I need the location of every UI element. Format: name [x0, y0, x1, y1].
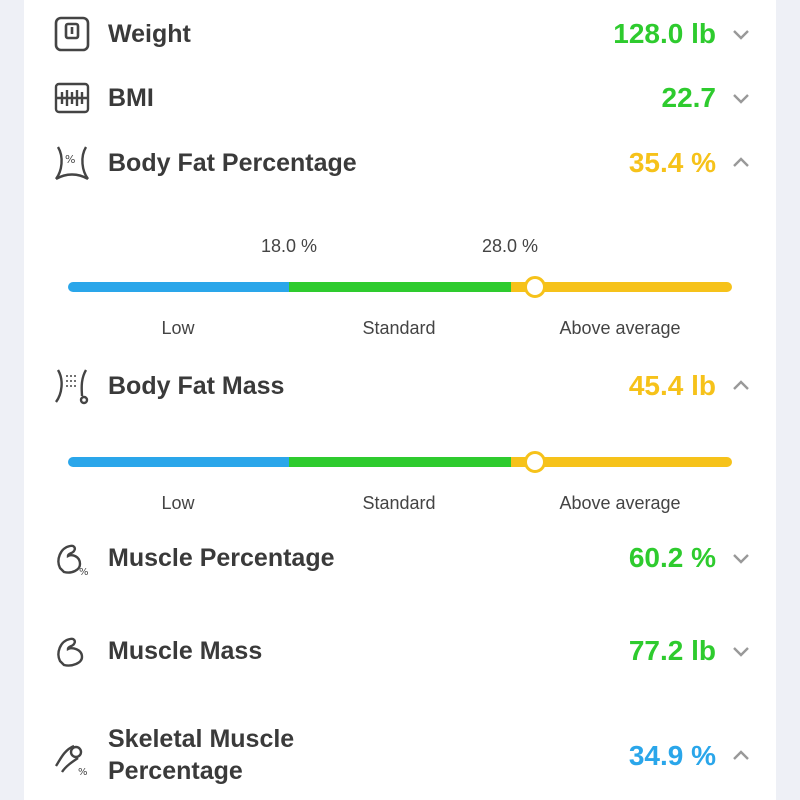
range-marker	[523, 276, 546, 298]
muscle-mass-row[interactable]: Muscle Mass 77.2 lb	[24, 631, 776, 671]
body-fat-mass-value: 45.4 lb	[628, 370, 716, 401]
body-fat-percentage-value: 35.4 %	[628, 147, 716, 178]
bmi-row[interactable]: BMI 22.7	[24, 78, 776, 118]
muscle-mass-value: 77.2 lb	[628, 635, 716, 666]
chevron-up-icon[interactable]	[730, 745, 752, 767]
range-marker	[523, 451, 546, 473]
bmi-value: 22.7	[661, 82, 717, 113]
weight-label: Weight	[108, 20, 191, 48]
body-fat-percentage-label: Body Fat Percentage	[108, 149, 357, 177]
metrics-card: Weight 128.0 lb BMI 22.7 % Body Fat Perc…	[24, 0, 776, 800]
range-low-segment	[68, 282, 290, 292]
weight-value: 128.0 lb	[613, 18, 716, 49]
body-fat-mass-icon	[52, 366, 92, 406]
muscle-percentage-row[interactable]: % Muscle Percentage 60.2 %	[24, 538, 776, 578]
weight-row[interactable]: Weight 128.0 lb	[24, 14, 776, 54]
range-bar	[68, 457, 732, 467]
body-fat-mass-row[interactable]: Body Fat Mass 45.4 lb	[24, 366, 776, 406]
svg-text:%: %	[78, 767, 88, 778]
chevron-down-icon[interactable]	[730, 547, 752, 569]
threshold-label: 28.0 %	[481, 236, 539, 256]
chevron-down-icon[interactable]	[730, 640, 752, 662]
chevron-down-icon[interactable]	[730, 87, 752, 109]
range-category-label: Standard	[362, 493, 436, 513]
range-category-label: Low	[161, 318, 195, 338]
threshold-label: 18.0 %	[260, 236, 318, 256]
bmi-label: BMI	[108, 84, 154, 112]
muscle-mass-icon	[52, 631, 92, 671]
body-fat-percentage-row[interactable]: % Body Fat Percentage 35.4 %	[24, 143, 776, 183]
muscle-percentage-label: Muscle Percentage	[108, 544, 335, 572]
range-category-label: Above average	[559, 318, 681, 338]
range-low-segment	[68, 457, 290, 467]
muscle-percentage-value: 60.2 %	[628, 542, 716, 573]
chevron-up-icon[interactable]	[730, 375, 752, 397]
svg-text:%: %	[65, 153, 75, 166]
body-fat-percentage-scale: 18.0 % 28.0 % Low Standard Above average	[68, 236, 732, 346]
muscle-mass-label: Muscle Mass	[108, 637, 263, 665]
range-category-label: Above average	[559, 493, 681, 513]
scale-icon	[52, 14, 92, 54]
svg-text:%: %	[79, 567, 89, 578]
skeletal-muscle-value: 34.9 %	[628, 740, 716, 771]
range-standard-segment	[289, 457, 511, 467]
chevron-down-icon[interactable]	[730, 23, 752, 45]
skeletal-muscle-label-line2: Percentage	[108, 757, 243, 785]
skeletal-muscle-percentage-row[interactable]: % Skeletal Muscle Percentage 34.9 %	[24, 722, 776, 790]
range-category-label: Standard	[362, 318, 436, 338]
body-fat-mass-label: Body Fat Mass	[108, 372, 285, 400]
bmi-icon	[52, 78, 92, 118]
muscle-percentage-icon: %	[52, 538, 92, 578]
skeletal-muscle-icon: %	[52, 738, 92, 778]
skeletal-muscle-label-line1: Skeletal Muscle	[108, 725, 295, 753]
body-fat-percentage-icon: %	[52, 143, 92, 183]
body-fat-mass-scale: Low Standard Above average	[68, 411, 732, 521]
range-standard-segment	[289, 282, 511, 292]
range-bar	[68, 282, 732, 292]
chevron-up-icon[interactable]	[730, 152, 752, 174]
range-category-label: Low	[161, 493, 195, 513]
